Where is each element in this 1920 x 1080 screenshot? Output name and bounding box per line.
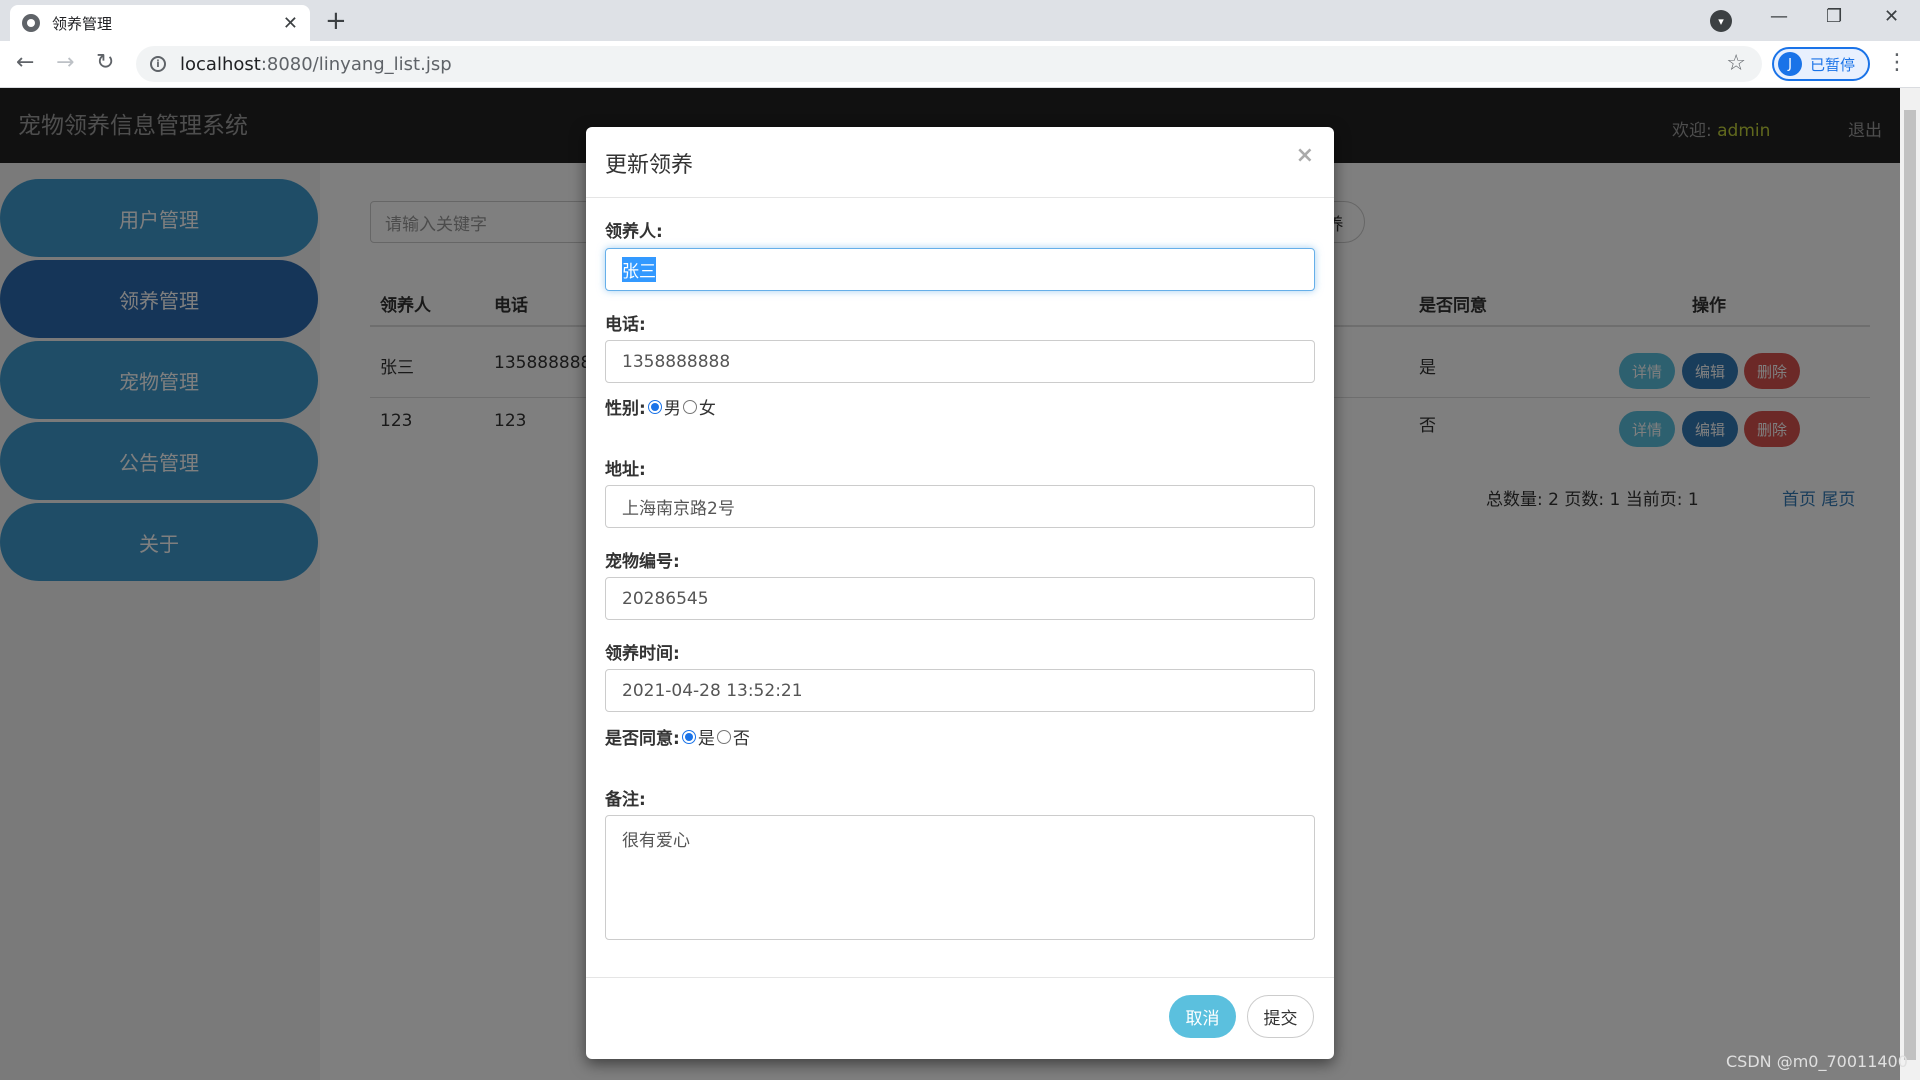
tab-search-icon[interactable]: ▾ — [1710, 10, 1732, 32]
agree-no-radio[interactable] — [716, 729, 731, 744]
adoption-time-field[interactable]: 2021-04-28 13:52:21 — [605, 669, 1315, 712]
address-field[interactable]: 上海南京路2号 — [605, 485, 1315, 528]
modal-footer-divider — [586, 977, 1334, 978]
minimize-icon[interactable]: — — [1770, 6, 1788, 27]
agree-yes-radio[interactable] — [681, 729, 696, 744]
address-bar[interactable]: i localhost:8080/linyang_list.jsp ☆ — [136, 46, 1762, 82]
phone-label: 电话: — [605, 315, 646, 335]
gender-female-radio[interactable] — [682, 399, 697, 414]
pet-number-label: 宠物编号: — [605, 552, 680, 572]
agree-radio-group: 是否同意: 是 否 — [605, 729, 750, 749]
update-adoption-modal: 更新领养 × 领养人: 张三 电话: 1358888888 性别: 男 女 地址… — [586, 127, 1334, 1059]
remark-label: 备注: — [605, 790, 646, 810]
back-icon[interactable]: ← — [16, 50, 34, 75]
gender-radio-group: 性别: 男 女 — [605, 399, 716, 419]
remark-textarea[interactable]: 很有爱心 — [605, 815, 1315, 940]
modal-title: 更新领养 — [605, 153, 694, 178]
reload-icon[interactable]: ↻ — [96, 50, 114, 75]
modal-close-icon[interactable]: × — [1296, 143, 1314, 168]
new-tab-icon[interactable]: + — [325, 6, 347, 36]
restore-icon[interactable]: ❐ — [1826, 6, 1842, 27]
tab-title: 领养管理 — [52, 14, 113, 33]
favicon-icon — [22, 14, 40, 32]
watermark: CSDN @m0_70011400 — [1726, 1052, 1908, 1071]
address-label: 地址: — [605, 460, 646, 480]
url-text: localhost:8080/linyang_list.jsp — [180, 53, 452, 75]
adopter-label: 领养人: — [605, 222, 663, 242]
modal-header: 更新领养 × — [586, 127, 1334, 198]
web-page: 宠物领养信息管理系统 欢迎: admin 退出 用户管理 领养管理 宠物管理 公… — [0, 88, 1900, 1080]
pet-number-field[interactable]: 20286545 — [605, 577, 1315, 620]
adopter-field[interactable]: 张三 — [605, 248, 1315, 291]
cancel-button[interactable]: 取消 — [1169, 995, 1236, 1038]
scrollbar-thumb[interactable] — [1904, 110, 1916, 1060]
page-scrollbar[interactable] — [1900, 88, 1920, 1080]
phone-field[interactable]: 1358888888 — [605, 340, 1315, 383]
profile-button[interactable]: J 已暂停 — [1772, 47, 1870, 81]
close-window-icon[interactable]: ✕ — [1884, 6, 1899, 27]
gender-male-radio[interactable] — [647, 399, 662, 414]
browser-tab-bar: 领养管理 ✕ + ▾ — ❐ ✕ — [0, 0, 1920, 41]
adoption-time-label: 领养时间: — [605, 644, 680, 664]
browser-toolbar: ← → ↻ i localhost:8080/linyang_list.jsp … — [0, 41, 1920, 88]
close-tab-icon[interactable]: ✕ — [283, 13, 298, 34]
site-info-icon[interactable]: i — [150, 56, 166, 72]
avatar: J — [1778, 52, 1802, 76]
forward-icon[interactable]: → — [56, 50, 74, 75]
submit-button[interactable]: 提交 — [1247, 995, 1314, 1038]
bookmark-star-icon[interactable]: ☆ — [1726, 51, 1746, 76]
browser-menu-icon[interactable]: ⋮ — [1886, 50, 1908, 75]
profile-status: 已暂停 — [1810, 55, 1856, 74]
browser-tab[interactable]: 领养管理 ✕ — [10, 5, 310, 41]
